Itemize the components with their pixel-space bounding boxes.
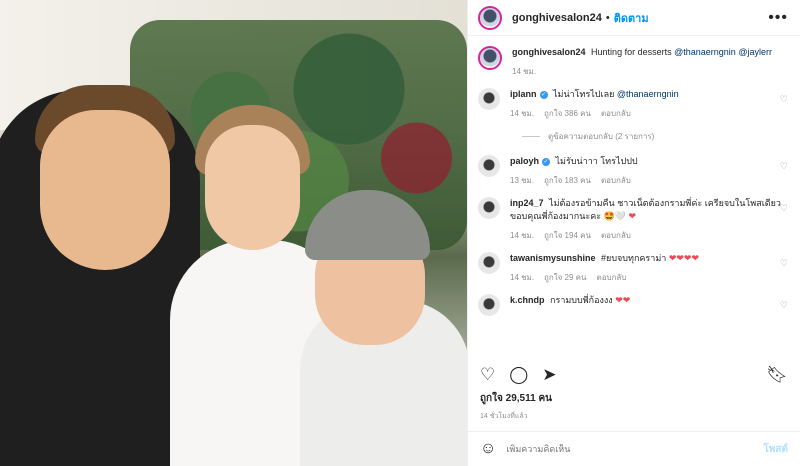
comment-input[interactable] <box>506 444 764 454</box>
comment-likes[interactable]: ถูกใจ 183 คน <box>544 174 591 187</box>
comment-meta: 14 ชม. ถูกใจ 194 คน ตอบกลับ <box>510 229 788 242</box>
post-header: gonghivesalon24 • ติดตาม ••• <box>468 0 800 36</box>
comment-heart-icon[interactable]: ♡ <box>780 300 788 311</box>
add-comment-bar: ☺ โพสต์ <box>468 431 800 466</box>
comment-avatar[interactable] <box>478 252 500 274</box>
action-bar: ♡ ◯ ➤ 🔖︎ <box>468 362 800 388</box>
verified-badge-icon: ✓ <box>539 90 548 99</box>
comment-text: ไม่รับน่าาา โทรไปปป <box>555 156 638 166</box>
comment-heart-icon[interactable]: ♡ <box>780 203 788 214</box>
comment-row: paloyh ✓ ไม่รับน่าาา โทรไปปป 13 ชม. ถูกใจ… <box>478 155 788 187</box>
comment-text: ไม่น่าโทรไปเลย <box>553 89 615 99</box>
post-comment-button[interactable]: โพสต์ <box>763 442 788 457</box>
comment-likes[interactable]: ถูกใจ 194 คน <box>544 229 591 242</box>
comment-avatar[interactable] <box>478 197 500 219</box>
verified-badge-icon: ✓ <box>542 157 551 166</box>
comment-meta: 14 ชม. ถูกใจ 29 คน ตอบกลับ <box>510 271 788 284</box>
comment-username[interactable]: k.chndp <box>510 295 545 305</box>
comment-username[interactable]: paloyh <box>510 156 539 166</box>
share-send-icon[interactable]: ➤ <box>542 365 556 385</box>
comment-username[interactable]: tawanismysunshine <box>510 253 596 263</box>
caption-row: gonghivesalon24 Hunting for desserts @th… <box>478 46 788 78</box>
comment-row: inp24_7 ไม่ต้องรอข้ามคืน ชาวเน็ตต้องกราม… <box>478 197 788 242</box>
separator-dot: • <box>605 11 610 24</box>
comment-body: paloyh ✓ ไม่รับน่าาา โทรไปปป 13 ชม. ถูกใจ… <box>510 155 788 187</box>
follow-button[interactable]: ติดตาม <box>614 9 649 27</box>
red-hearts-icon: ❤❤ <box>615 295 631 305</box>
view-replies[interactable]: ดูข้อความตอบกลับ (2 รายการ) <box>522 130 788 143</box>
view-replies-label[interactable]: ดูข้อความตอบกลับ (2 รายการ) <box>548 130 654 143</box>
replies-line <box>522 136 540 137</box>
comment-time[interactable]: 13 ชม. <box>510 174 534 187</box>
comment-reply-button[interactable]: ตอบกลับ <box>601 229 631 242</box>
comment-text: กรามบบพี่ก้องงง <box>550 295 613 305</box>
comment-row: iplann ✓ ไม่น่าโทรไปเลย @thanaerngnin 14 … <box>478 88 788 120</box>
comment-reply-button[interactable]: ตอบกลับ <box>597 271 627 284</box>
comment-text: ไม่ต้องรอข้ามคืน ชาวเน็ตต้องกรามพี่ค่ะ เ… <box>510 198 781 221</box>
comment-body: tawanismysunshine #ยบจบทุกคราม่า ❤❤❤❤ 14… <box>510 252 788 284</box>
comment-row: tawanismysunshine #ยบจบทุกคราม่า ❤❤❤❤ 14… <box>478 252 788 284</box>
comment-heart-icon[interactable]: ♡ <box>780 258 788 269</box>
photo-face-left <box>40 110 170 270</box>
comment-avatar[interactable] <box>478 88 500 110</box>
caption-mention-2[interactable]: @jaylerr <box>738 47 772 57</box>
comment-likes[interactable]: ถูกใจ 386 คน <box>544 107 591 120</box>
comment-reply-button[interactable]: ตอบกลับ <box>601 107 631 120</box>
caption-username[interactable]: gonghivesalon24 <box>512 47 586 57</box>
comments-list[interactable]: gonghivesalon24 Hunting for desserts @th… <box>468 36 800 354</box>
comment-meta: 14 ชม. ถูกใจ 386 คน ตอบกลับ <box>510 107 788 120</box>
red-heart-icon: ❤ <box>628 211 637 221</box>
caption-time[interactable]: 14 ชม. <box>512 65 536 78</box>
comment-reply-button[interactable]: ตอบกลับ <box>601 174 631 187</box>
bookmark-icon[interactable]: 🔖︎ <box>766 365 788 385</box>
comment-avatar[interactable] <box>478 155 500 177</box>
comment-meta: 13 ชม. ถูกใจ 183 คน ตอบกลับ <box>510 174 788 187</box>
photo-face-middle <box>205 125 300 250</box>
comment-body: inp24_7 ไม่ต้องรอข้ามคืน ชาวเน็ตต้องกราม… <box>510 197 788 242</box>
comment-avatar[interactable] <box>478 294 500 316</box>
comment-mention[interactable]: @thanaerngnin <box>617 89 679 99</box>
red-hearts-icon: ❤❤❤❤ <box>668 253 699 263</box>
comment-time[interactable]: 14 ชม. <box>510 271 534 284</box>
likes-count[interactable]: ถูกใจ 29,511 คน <box>480 391 552 406</box>
comment-text: #ยบจบทุกคราม่า <box>601 253 667 263</box>
more-options-icon[interactable]: ••• <box>768 9 788 27</box>
post-time[interactable]: 14 ชั่วโมงที่แล้ว <box>480 411 528 422</box>
comment-time[interactable]: 14 ชม. <box>510 229 534 242</box>
caption-mention-1[interactable]: @thanaerngnin <box>674 47 736 57</box>
comment-heart-icon[interactable]: ♡ <box>780 94 788 105</box>
comment-body: k.chndp กรามบบพี่ก้องงง ❤❤ <box>510 294 788 316</box>
post-panel: gonghivesalon24 • ติดตาม ••• gonghivesal… <box>467 0 800 466</box>
comment-username[interactable]: iplann <box>510 89 537 99</box>
author-username[interactable]: gonghivesalon24 <box>512 12 602 24</box>
comment-row: k.chndp กรามบบพี่ก้องงง ❤❤ ♡ <box>478 294 788 316</box>
comment-bubble-icon[interactable]: ◯ <box>509 365 528 385</box>
emoji-smile-icon[interactable]: ☺ <box>480 440 496 458</box>
like-heart-icon[interactable]: ♡ <box>480 365 495 385</box>
comment-body: iplann ✓ ไม่น่าโทรไปเลย @thanaerngnin 14 … <box>510 88 788 120</box>
post-photo[interactable] <box>0 0 467 466</box>
comment-username[interactable]: inp24_7 <box>510 198 544 208</box>
comment-time[interactable]: 14 ชม. <box>510 107 534 120</box>
caption-text: Hunting for desserts <box>591 47 672 57</box>
comment-likes[interactable]: ถูกใจ 29 คน <box>544 271 586 284</box>
caption-body: gonghivesalon24 Hunting for desserts @th… <box>512 46 788 78</box>
author-avatar[interactable] <box>478 5 502 30</box>
caption-meta: 14 ชม. <box>512 65 788 78</box>
comment-heart-icon[interactable]: ♡ <box>780 161 788 172</box>
caption-avatar[interactable] <box>478 46 502 70</box>
